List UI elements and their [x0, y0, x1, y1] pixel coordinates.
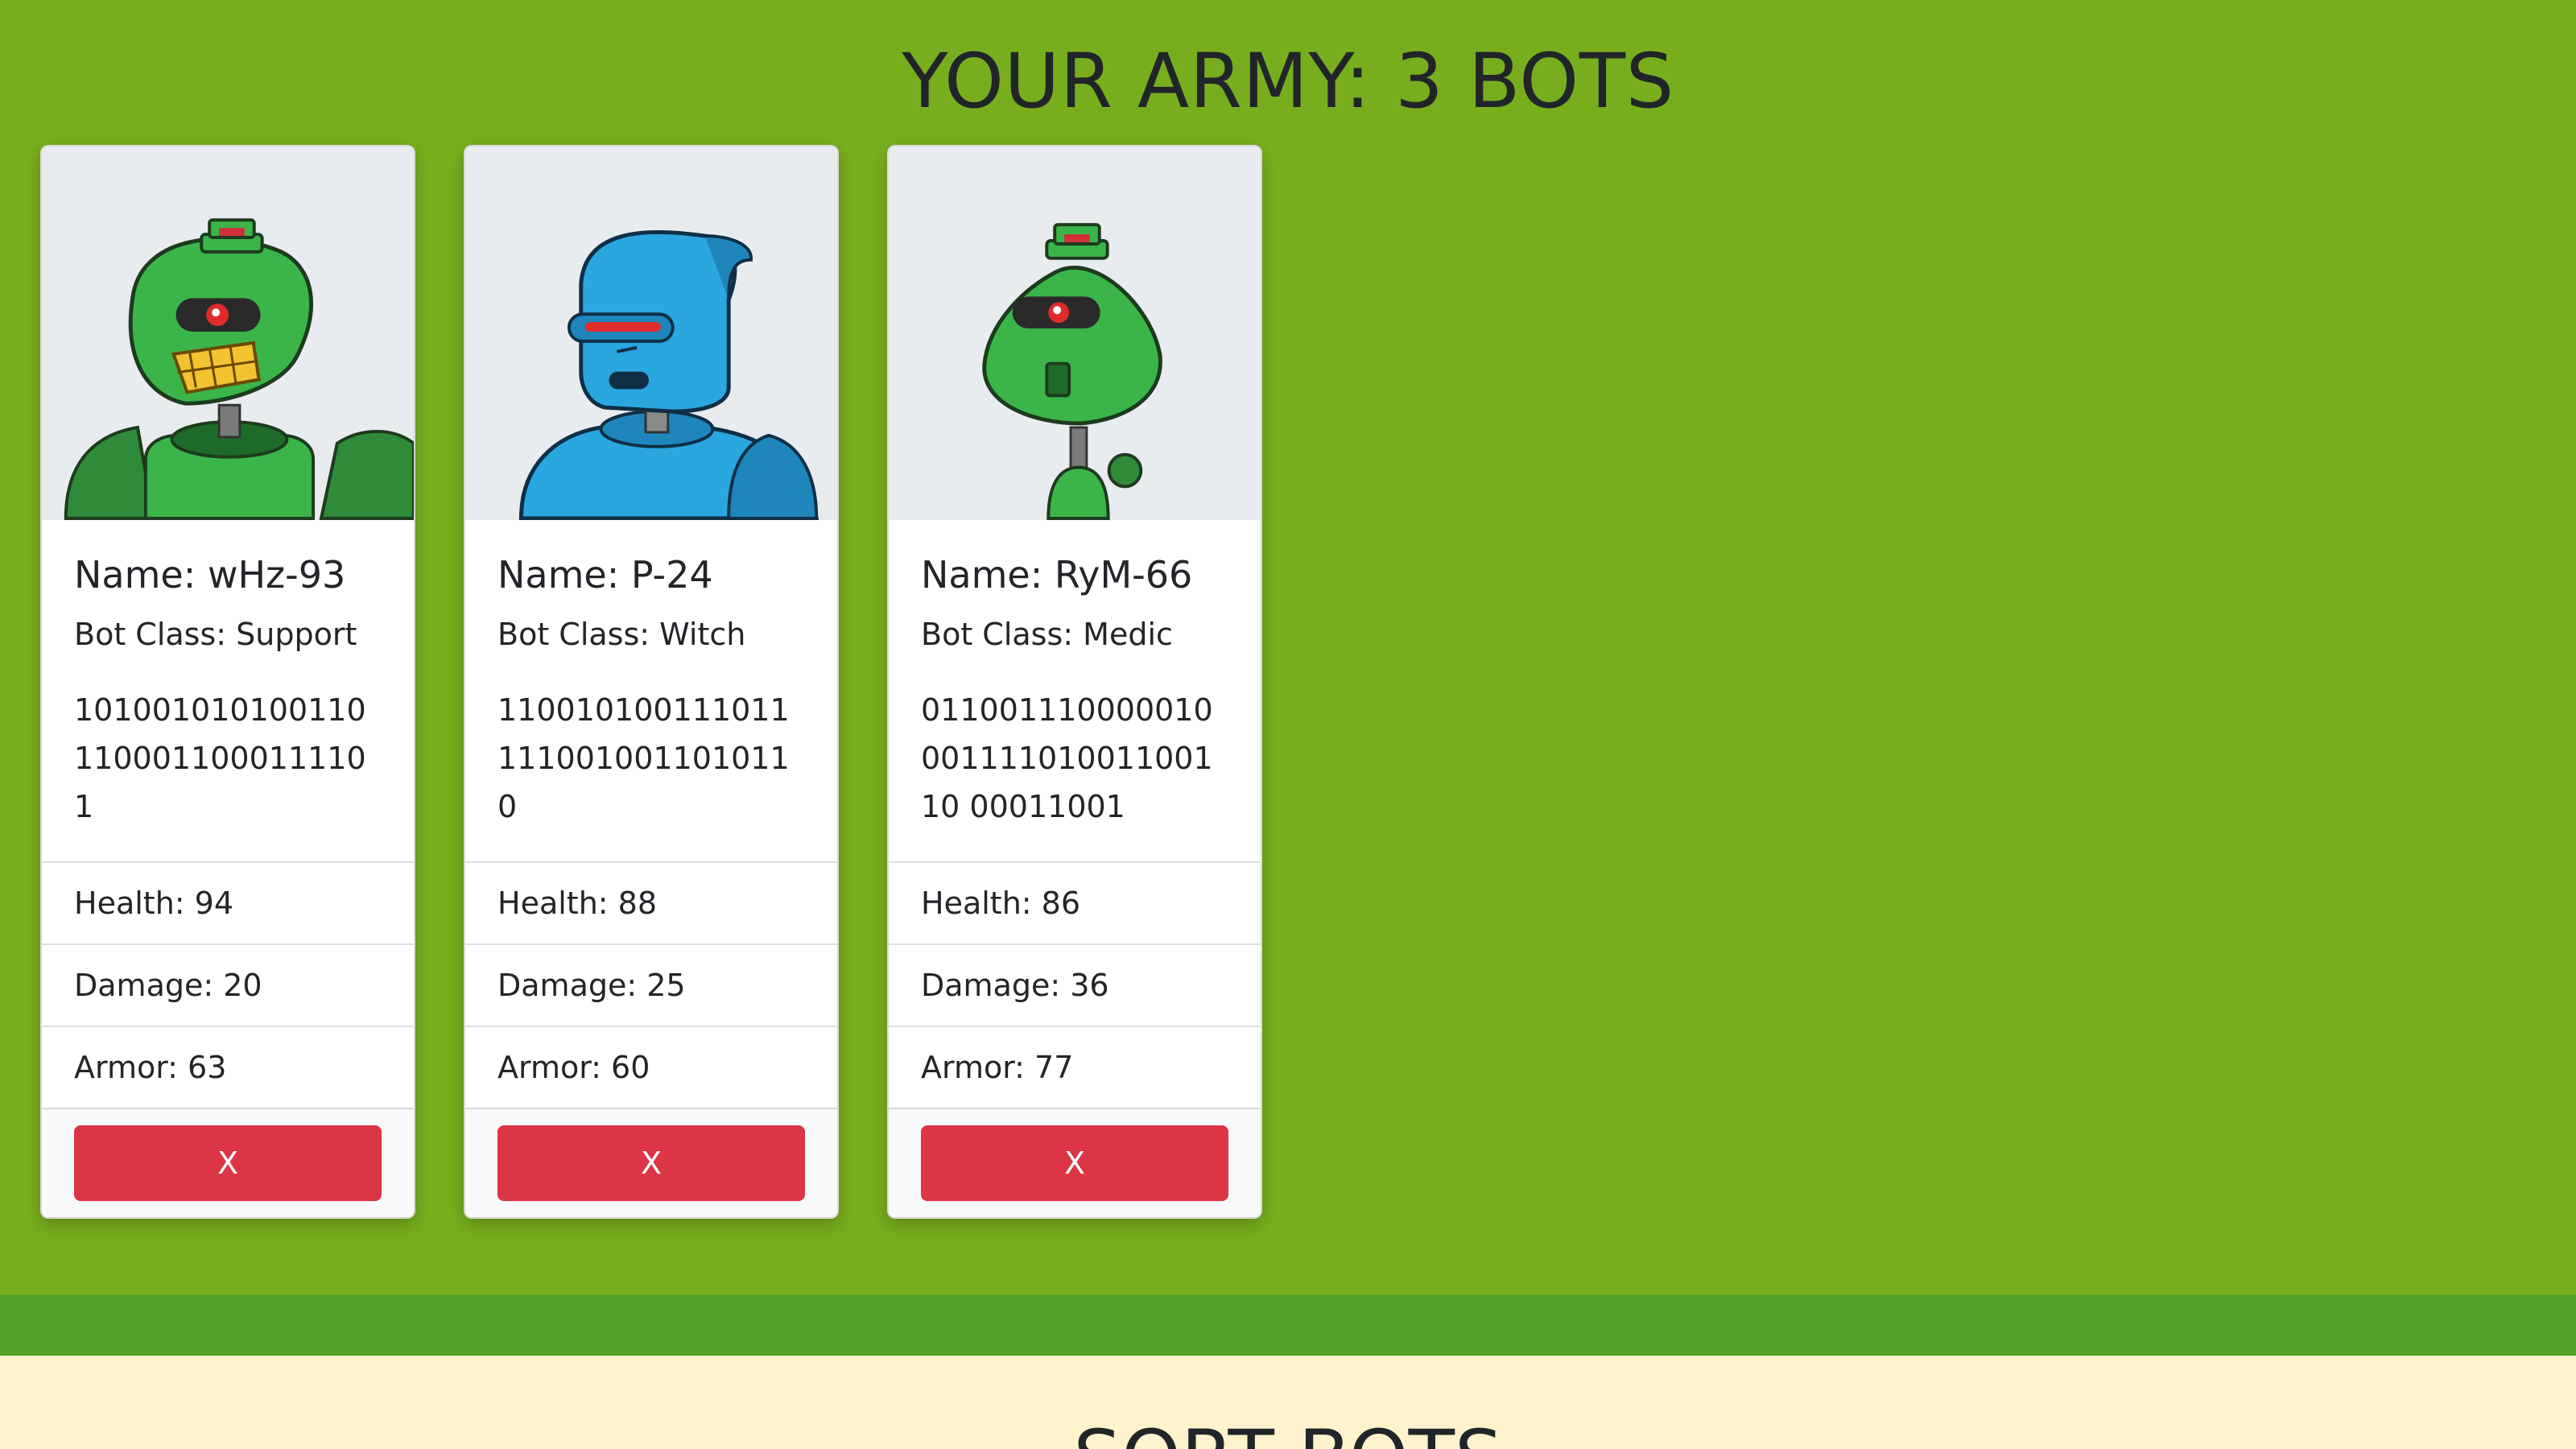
- remove-bot-button[interactable]: X: [74, 1125, 382, 1201]
- bot-card[interactable]: Name: P-24 Bot Class: Witch 110010100111…: [464, 145, 839, 1219]
- card-footer: X: [889, 1108, 1261, 1217]
- bot-class: Bot Class: Support: [74, 617, 357, 652]
- green-robot-grin-icon: [42, 147, 414, 520]
- card-body: Name: RyM-66 Bot Class: Medic 0110011100…: [889, 520, 1261, 861]
- bot-class: Bot Class: Medic: [921, 617, 1173, 652]
- bot-armor: Armor: 60: [465, 1026, 837, 1108]
- section-divider: [0, 1294, 2576, 1356]
- bot-name: Name: RyM-66: [921, 553, 1193, 597]
- bot-armor: Armor: 77: [889, 1026, 1261, 1108]
- bot-catchphrase: 1010010101001101100011000111101: [74, 692, 366, 824]
- bot-damage: Damage: 20: [42, 943, 414, 1026]
- bot-card[interactable]: Name: RyM-66 Bot Class: Medic 0110011100…: [887, 145, 1262, 1219]
- bot-catchphrase: 01100111000001000111101001100110 0001100…: [921, 692, 1213, 824]
- bot-armor: Armor: 63: [42, 1026, 414, 1108]
- remove-bot-button[interactable]: X: [497, 1125, 805, 1201]
- army-section: YOUR ARMY: 3 BOTS Name: wHz-93 Bot Class…: [0, 0, 2576, 1294]
- bot-health: Health: 88: [465, 861, 837, 943]
- sort-title: SORT BOTS: [0, 1410, 2576, 1449]
- card-footer: X: [42, 1108, 414, 1217]
- bot-health: Health: 94: [42, 861, 414, 943]
- bot-catchphrase: 1100101001110111110010011010110: [497, 692, 790, 824]
- bot-name: Name: wHz-93: [74, 553, 346, 597]
- bot-damage: Damage: 36: [889, 943, 1261, 1026]
- card-body: Name: wHz-93 Bot Class: Support 10100101…: [42, 520, 414, 861]
- green-robot-antenna-icon: [889, 147, 1261, 520]
- card-footer: X: [465, 1108, 837, 1217]
- bot-health: Health: 86: [889, 861, 1261, 943]
- card-body: Name: P-24 Bot Class: Witch 110010100111…: [465, 520, 837, 861]
- sort-section: SORT BOTS: [0, 1356, 2576, 1449]
- bot-card[interactable]: Name: wHz-93 Bot Class: Support 10100101…: [40, 145, 415, 1219]
- army-title: YOUR ARMY: 3 BOTS: [902, 38, 1674, 126]
- bot-damage: Damage: 25: [465, 943, 837, 1026]
- remove-bot-button[interactable]: X: [921, 1125, 1228, 1201]
- bot-class: Bot Class: Witch: [497, 617, 746, 652]
- blue-robot-icon: [465, 147, 837, 520]
- bot-name: Name: P-24: [497, 553, 713, 597]
